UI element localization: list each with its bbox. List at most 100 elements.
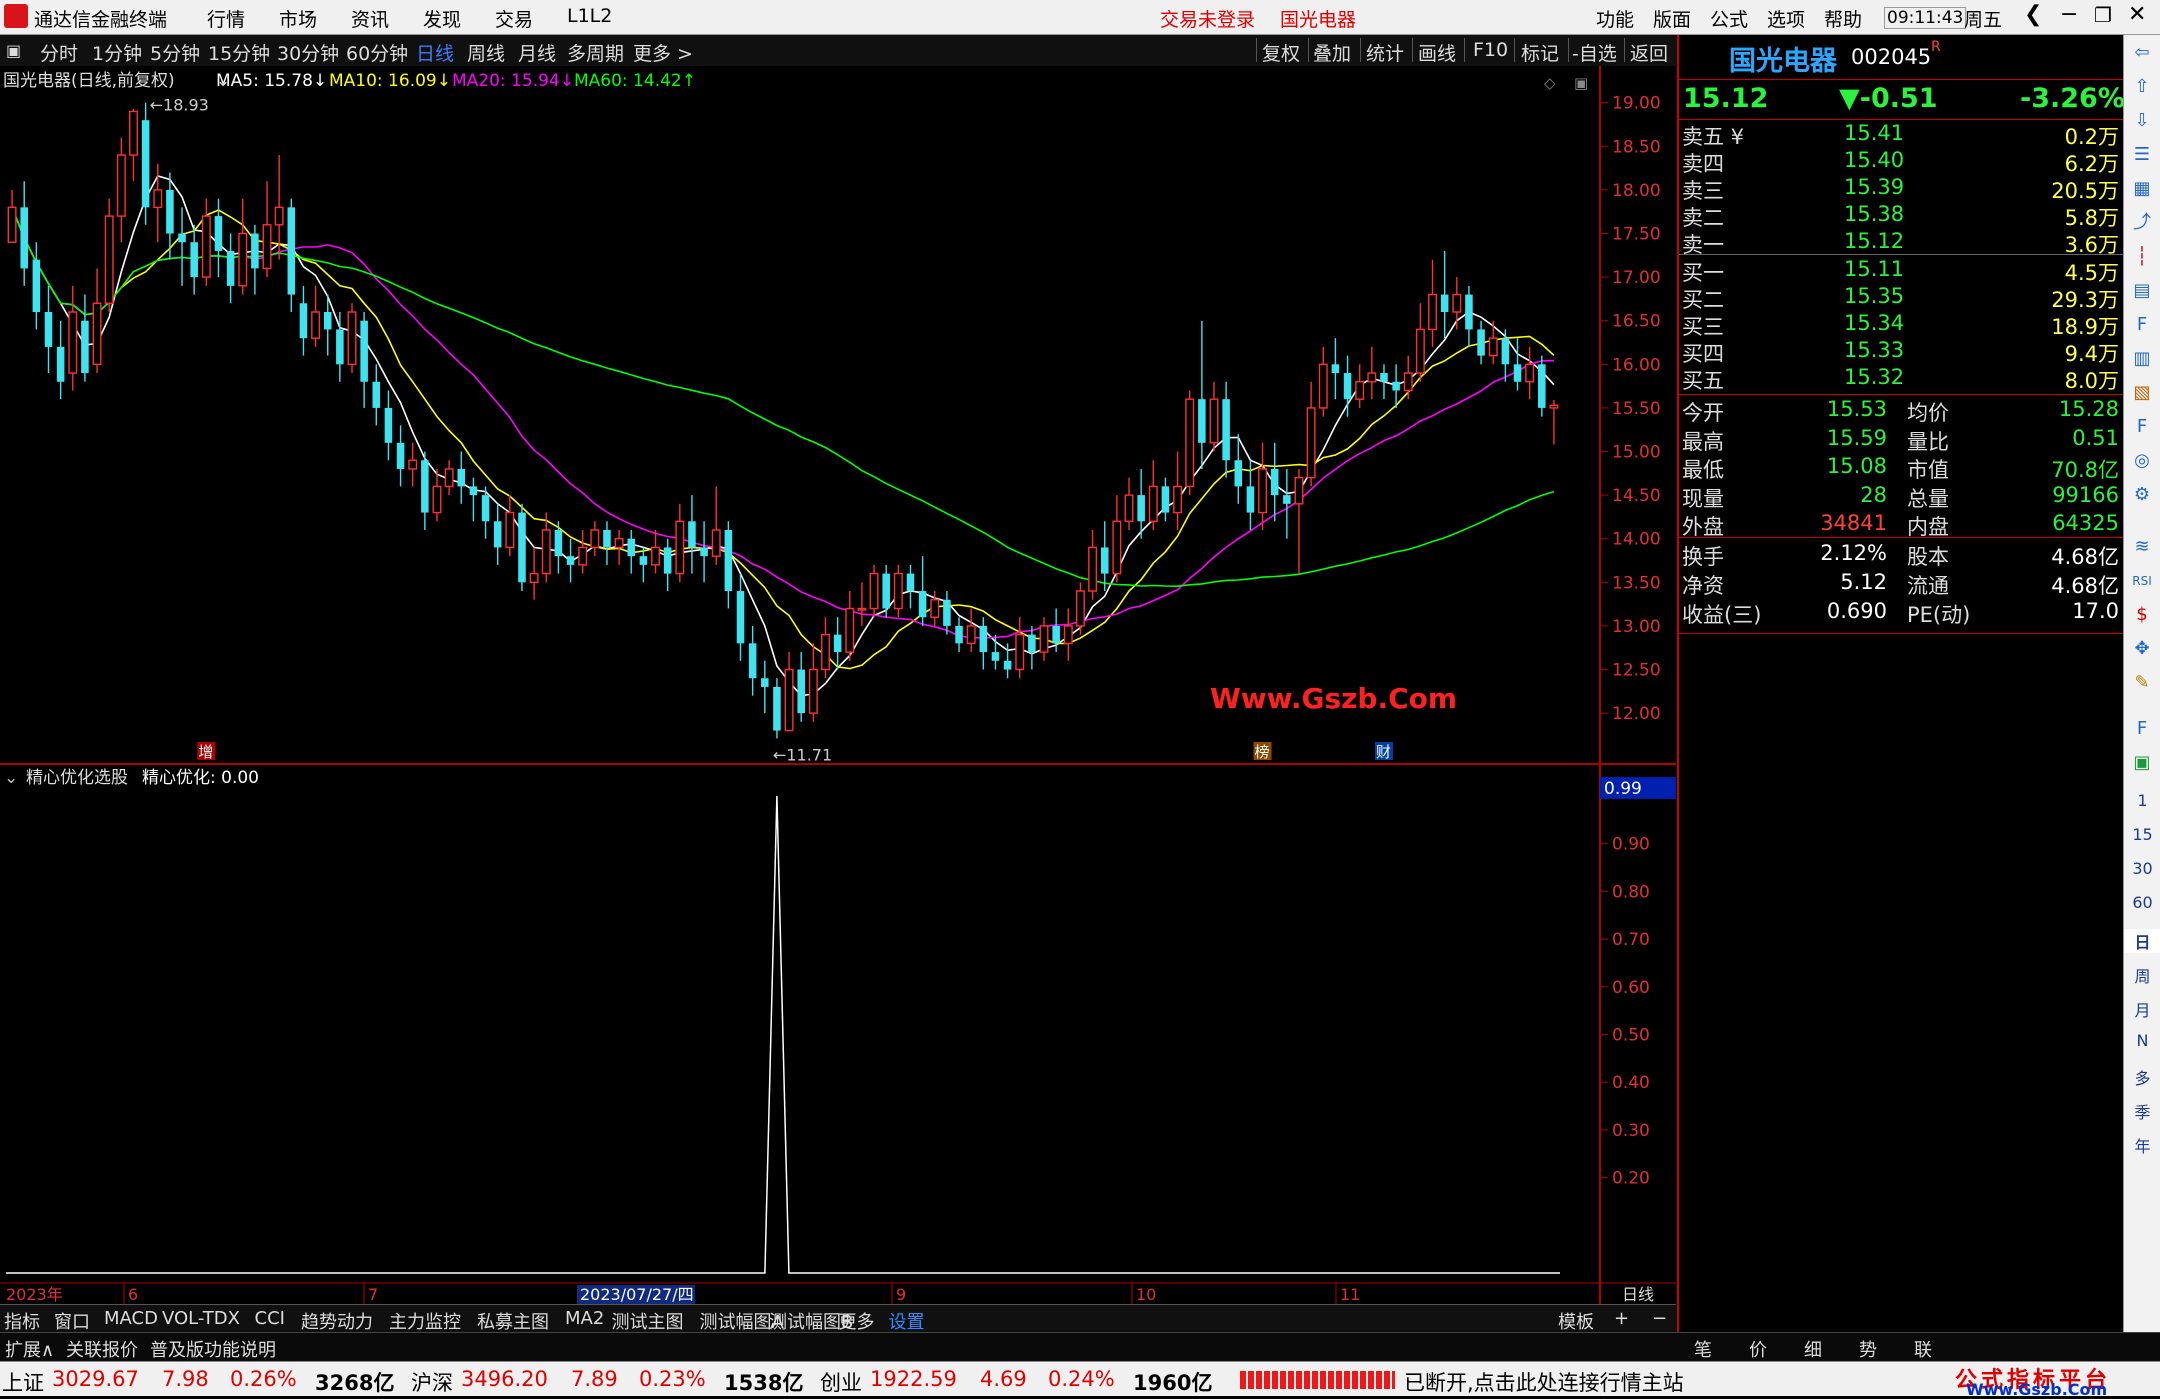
indicator-tab[interactable]: MACD [104, 1308, 158, 1329]
quote-bottom-tab[interactable]: 笔 [1694, 1336, 1712, 1362]
period-n-button[interactable]: N [2124, 1031, 2160, 1050]
f2-icon[interactable]: F [2130, 415, 2154, 439]
period-more[interactable]: 更多 > [633, 39, 693, 66]
doc-icon[interactable]: ▥ [2130, 347, 2154, 371]
tool-f10[interactable]: F10 [1473, 39, 1508, 61]
related-quote-button[interactable]: 关联报价 [66, 1336, 138, 1362]
menu-jiaoyi[interactable]: 交易 [495, 5, 533, 32]
restore-icon[interactable]: ❐ [2094, 3, 2112, 27]
period-60min[interactable]: 60分钟 [346, 39, 408, 66]
menu-gongshi[interactable]: 公式 [1710, 5, 1748, 32]
menu-faxian[interactable]: 发现 [423, 5, 461, 32]
period-5min[interactable]: 5分钟 [150, 39, 200, 66]
period-15min[interactable]: 15分钟 [208, 39, 270, 66]
index-name[interactable]: 上证 [2, 1367, 44, 1397]
candle[interactable] [1185, 390, 1195, 496]
quote-bottom-tab[interactable]: 细 [1804, 1336, 1822, 1362]
candle[interactable] [773, 678, 781, 739]
candle[interactable] [141, 102, 150, 225]
candle[interactable] [518, 503, 526, 592]
tool-tongji[interactable]: 统计 [1366, 39, 1404, 66]
line-chart-icon[interactable]: ⤴ [2130, 211, 2154, 235]
money-icon[interactable]: $ [2130, 603, 2154, 627]
menu-bangzhu[interactable]: 帮助 [1824, 5, 1862, 32]
settings-icon[interactable]: ⚙ [2130, 483, 2154, 507]
arrow-up-icon[interactable]: ⇧ [2130, 75, 2154, 99]
tool-fuquan[interactable]: 复权 [1262, 39, 1300, 66]
tabbar-right-button[interactable]: + [1614, 1308, 1629, 1329]
index-name[interactable]: 沪深 [411, 1367, 453, 1397]
diamond-icon[interactable]: ◇ [1544, 74, 1556, 92]
period-season-button[interactable]: 季 [2124, 1099, 2160, 1123]
period-60-button[interactable]: 60 [2124, 893, 2160, 912]
panel-toggle-icon[interactable]: ▣ [6, 41, 21, 60]
table-icon[interactable]: ▤ [2130, 279, 2154, 303]
candle[interactable] [104, 198, 114, 312]
period-30-button[interactable]: 30 [2124, 859, 2160, 878]
indicator-tab[interactable]: 窗口 [54, 1308, 90, 1334]
compass-icon[interactable]: ◎ [2130, 449, 2154, 473]
period-30min[interactable]: 30分钟 [277, 39, 339, 66]
period-daily[interactable]: 日线 [416, 39, 454, 66]
indicator-tab[interactable]: 趋势动力 [301, 1308, 373, 1334]
kline-chart[interactable]: ←18.93 ←11.71 增 榜 财 19.00 18.50 18.00 17.50 17.0… [0, 66, 1676, 1304]
indicator-tab[interactable]: 私募主图 [477, 1308, 549, 1334]
sub-chevron-icon[interactable]: ⌄ [4, 768, 18, 788]
quote-bottom-tab[interactable]: 联 [1914, 1336, 1932, 1362]
menu-banmian[interactable]: 版面 [1653, 5, 1691, 32]
login-status[interactable]: 交易未登录 [1160, 5, 1255, 32]
edition-info-button[interactable]: 普及版功能说明 [150, 1336, 276, 1362]
menu-l1l2[interactable]: L1L2 [567, 5, 612, 27]
indicator-tab[interactable]: 主力监控 [389, 1308, 461, 1334]
wave-icon[interactable]: ≋ [2130, 535, 2154, 559]
close-icon[interactable]: ✕ [2128, 2, 2146, 27]
image-icon[interactable]: ▣ [2130, 751, 2154, 775]
candle[interactable] [1538, 355, 1546, 417]
window-icon[interactable]: ▣ [1574, 74, 1588, 92]
arrow-left-icon[interactable]: ⇦ [2130, 41, 2154, 65]
tool-huaxian[interactable]: 画线 [1418, 39, 1456, 66]
candle[interactable] [347, 303, 357, 374]
period-year-button[interactable]: 年 [2124, 1133, 2160, 1157]
period-multi[interactable]: 多周期 [567, 39, 624, 66]
note-icon[interactable]: ▧ [2130, 381, 2154, 405]
tool-zixuan[interactable]: -自选 [1572, 39, 1617, 66]
tool-fanhui[interactable]: 返回 [1630, 39, 1668, 66]
move-icon[interactable]: ✥ [2130, 637, 2154, 661]
menu-hangqing[interactable]: 行情 [207, 5, 245, 32]
period-15-button[interactable]: 15 [2124, 825, 2160, 844]
tabbar-right-button[interactable]: − [1652, 1308, 1667, 1329]
pen-icon[interactable]: ✎ [2130, 671, 2154, 695]
indicator-tab[interactable]: CCI [255, 1308, 285, 1329]
f5-icon[interactable]: F [2130, 717, 2154, 741]
period-week-button[interactable]: 周 [2124, 963, 2160, 987]
kline-icon[interactable]: ┆ [2130, 245, 2154, 269]
quote-bottom-tab[interactable]: 价 [1749, 1336, 1767, 1362]
period-monthly[interactable]: 月线 [518, 39, 556, 66]
menu-shichang[interactable]: 市场 [279, 5, 317, 32]
index-name[interactable]: 创业 [820, 1367, 862, 1397]
grid-icon[interactable]: ▦ [2130, 177, 2154, 201]
indicator-tab[interactable]: 测试主图 [612, 1308, 684, 1334]
period-1min[interactable]: 1分钟 [92, 39, 142, 66]
indicator-tab[interactable]: MA2 [565, 1308, 604, 1329]
back-arrow-icon[interactable]: ❮ [2024, 2, 2042, 27]
indicator-tab[interactable]: VOL-TDX [162, 1308, 240, 1329]
menu-gongneng[interactable]: 功能 [1596, 5, 1634, 32]
period-month-button[interactable]: 月 [2124, 997, 2160, 1021]
tool-diejia[interactable]: 叠加 [1313, 39, 1351, 66]
minimize-icon[interactable]: − [2060, 2, 2078, 27]
tool-biaoji[interactable]: 标记 [1521, 39, 1559, 66]
indicator-tab[interactable]: 更多 [839, 1308, 875, 1334]
period-day-button[interactable]: 日 [2124, 929, 2160, 953]
connection-status[interactable]: 已断开,点击此处连接行情主站 [1404, 1367, 1684, 1397]
list-icon[interactable]: ☰ [2130, 143, 2154, 167]
menu-xuanxiang[interactable]: 选项 [1767, 5, 1805, 32]
f10-icon[interactable]: F [2130, 313, 2154, 337]
quote-bottom-tab[interactable]: 势 [1859, 1336, 1877, 1362]
menu-zixun[interactable]: 资讯 [351, 5, 389, 32]
arrow-down-icon[interactable]: ⇩ [2130, 109, 2154, 133]
period-weekly[interactable]: 周线 [467, 39, 505, 66]
period-multi-button[interactable]: 多 [2124, 1065, 2160, 1089]
rsi-icon[interactable]: RSI [2130, 569, 2154, 593]
